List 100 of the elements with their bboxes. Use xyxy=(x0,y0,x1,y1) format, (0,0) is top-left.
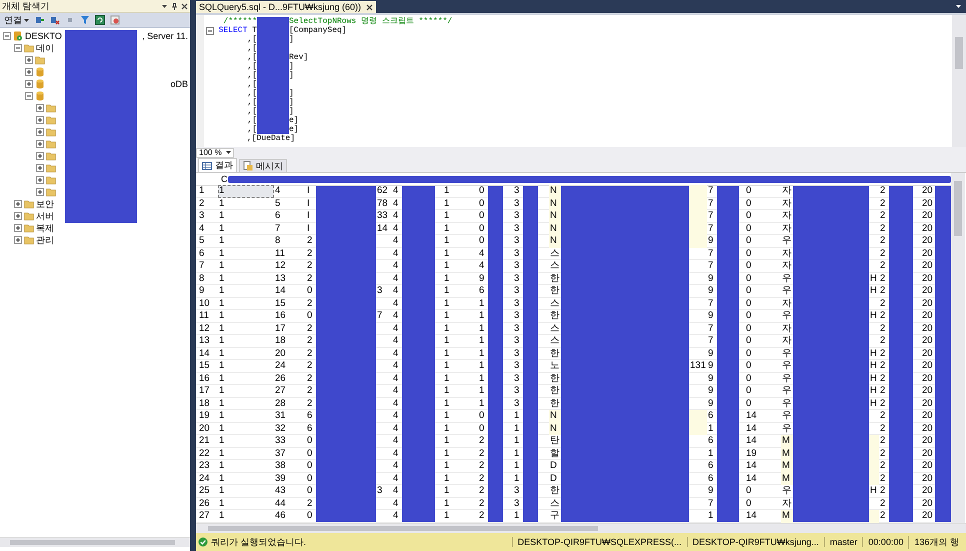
expander-icon[interactable] xyxy=(25,80,33,88)
scrollbar-thumb[interactable] xyxy=(208,526,598,531)
server-name: DESKTOP-QIR9FTU₩SQLEXPRESS(... xyxy=(512,537,687,547)
table-cell-text: 2 xyxy=(879,235,886,248)
table-cell-text: 4 xyxy=(392,198,400,210)
close-icon[interactable] xyxy=(366,4,374,10)
tree-item[interactable]: 서버 xyxy=(36,210,54,222)
table-cell-text: 4 xyxy=(392,285,400,298)
expander-icon[interactable] xyxy=(25,92,33,100)
table-cell-text: 4 xyxy=(392,235,400,248)
table-cell-text: 28 xyxy=(274,398,287,410)
table-cell-text: 1 xyxy=(478,310,486,322)
table-cell-text: 2 xyxy=(306,322,314,335)
vertical-scrollbar[interactable] xyxy=(951,173,965,523)
table-cell-text: 2 xyxy=(306,372,314,385)
expander-icon[interactable] xyxy=(14,224,22,232)
table-cell-text: 1 xyxy=(218,410,226,422)
filter-icon[interactable] xyxy=(80,15,90,25)
expander-icon[interactable] xyxy=(36,152,44,160)
table-cell-text: 2 xyxy=(879,198,886,210)
vertical-scrollbar[interactable] xyxy=(952,15,966,147)
table-cell-text: 3 xyxy=(513,385,520,398)
table-cell-text: I xyxy=(306,222,311,235)
results-tab[interactable]: 결과 xyxy=(198,158,237,172)
table-cell-text: 0 xyxy=(745,498,752,510)
table-cell-text: I xyxy=(306,210,311,222)
plug-icon[interactable] xyxy=(35,15,45,25)
tree-item[interactable]: 관리 xyxy=(36,234,54,246)
expander-icon[interactable] xyxy=(36,140,44,148)
tree-item-text[interactable]: , Server 11. xyxy=(142,31,190,41)
table-cell: M xyxy=(781,435,793,448)
refresh-icon[interactable] xyxy=(95,15,105,25)
scrollbar-thumb[interactable] xyxy=(10,540,175,545)
table-cell-text: 3 xyxy=(513,372,520,385)
expander-icon[interactable] xyxy=(36,164,44,172)
table-cell-text: 2 xyxy=(478,448,486,460)
caret-icon xyxy=(24,18,29,22)
scrollbar-thumb[interactable] xyxy=(955,37,963,69)
caret-icon[interactable] xyxy=(161,2,168,10)
table-cell-text: 1 xyxy=(443,372,450,385)
table-cell-text: 4 xyxy=(392,372,400,385)
row-number: 10 xyxy=(198,298,211,310)
table-cell-text: 2 xyxy=(478,435,486,448)
table-cell-text: 39 xyxy=(274,472,287,485)
expander-icon[interactable] xyxy=(14,200,22,208)
zoom-dropdown[interactable]: 100 % xyxy=(196,148,234,158)
tree-item[interactable]: 복제 xyxy=(36,222,54,234)
row-number: 5 xyxy=(198,235,206,248)
expander-icon[interactable] xyxy=(25,68,33,76)
pin-icon[interactable] xyxy=(171,2,178,10)
close-icon[interactable] xyxy=(181,2,188,10)
tree-item-text[interactable]: oDB xyxy=(170,79,190,89)
horizontal-scrollbar[interactable] xyxy=(0,537,190,547)
table-cell-text: 2 xyxy=(879,322,886,335)
connect-button[interactable]: 연결 xyxy=(3,14,30,26)
row-number: 6 xyxy=(198,248,206,260)
table-cell-text: 9 xyxy=(707,372,714,385)
table-cell-text: 0 xyxy=(745,348,752,360)
table-cell-text: 1 xyxy=(218,372,226,385)
tree-item[interactable]: 보안 xyxy=(36,198,54,210)
table-cell-text: 4 xyxy=(392,272,400,285)
table-cell: 자 xyxy=(781,185,793,198)
expander-icon[interactable] xyxy=(36,104,44,112)
tree-item[interactable]: DESKTO xyxy=(25,31,62,41)
table-cell-text: 1 xyxy=(218,385,226,398)
expander-icon[interactable] xyxy=(14,236,22,244)
caret-icon[interactable] xyxy=(226,150,231,155)
expander-icon[interactable] xyxy=(36,188,44,196)
tree-item[interactable]: 데이 xyxy=(36,42,54,54)
expander-icon[interactable] xyxy=(25,56,33,64)
document-tab[interactable]: SQLQuery5.sql - D...9FTU₩ksjung (60)) xyxy=(196,1,376,13)
table-cell-text: 6 xyxy=(707,472,714,485)
table-cell-text: 37 xyxy=(274,448,287,460)
table-cell-text: 0 xyxy=(478,210,486,222)
table-cell-text: 4 xyxy=(478,260,486,272)
expander-icon[interactable] xyxy=(14,44,22,52)
expander-icon[interactable] xyxy=(36,176,44,184)
horizontal-scrollbar[interactable] xyxy=(196,523,966,533)
expander-icon[interactable] xyxy=(3,32,11,40)
table-cell-text: 2 xyxy=(879,310,886,322)
table-cell-text: 3 xyxy=(513,248,520,260)
table-cell-text: 1 xyxy=(218,310,226,322)
expander-icon[interactable] xyxy=(36,128,44,136)
scrollbar-thumb[interactable] xyxy=(954,181,962,236)
table-cell-text: 1 xyxy=(513,510,520,522)
column-header[interactable]: C xyxy=(221,174,226,184)
table-cell-text: 78 xyxy=(376,198,389,210)
results-tab[interactable]: 메시지 xyxy=(239,159,287,172)
expander-icon[interactable] xyxy=(14,212,22,220)
table-cell: 탄 xyxy=(549,435,561,448)
code-text: ] xyxy=(289,98,295,107)
table-cell-text: 2 xyxy=(306,348,314,360)
caret-icon[interactable] xyxy=(955,3,962,10)
row-number: 13 xyxy=(198,335,211,348)
table-cell-text: 2 xyxy=(306,360,314,372)
plug-x-icon[interactable] xyxy=(50,15,60,25)
table-cell-text: 2 xyxy=(879,410,886,422)
code-text: e] xyxy=(289,116,300,125)
expander-icon[interactable] xyxy=(36,116,44,124)
table-cell-text: H xyxy=(869,485,878,498)
